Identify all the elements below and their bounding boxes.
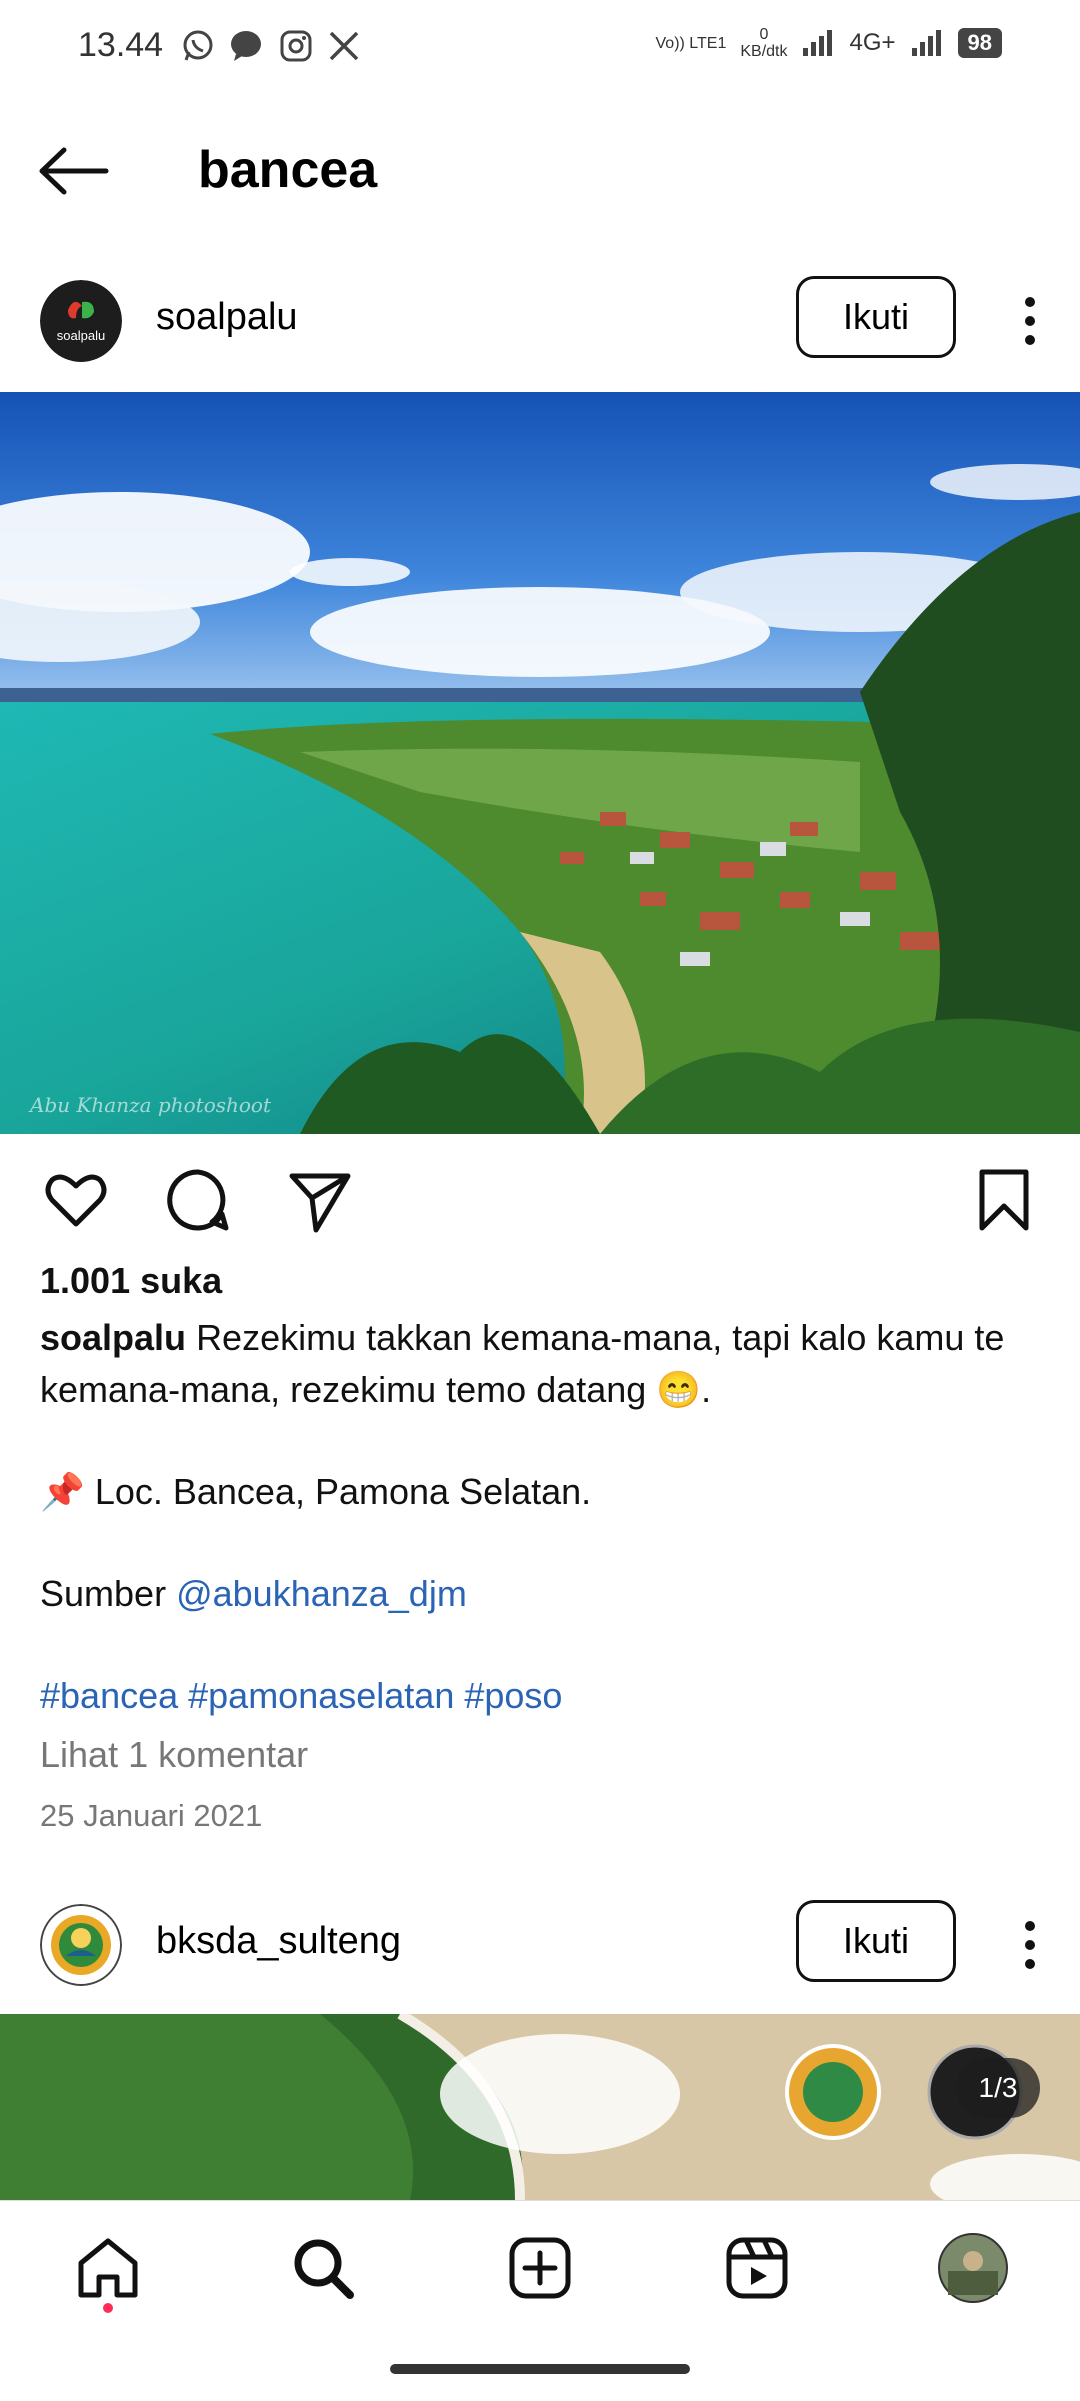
post-username[interactable]: soalpalu bbox=[156, 296, 298, 339]
profile-avatar[interactable] bbox=[938, 2233, 1008, 2303]
hashtags-link[interactable]: #bancea #pamonaselatan #poso bbox=[40, 1670, 1050, 1722]
like-heart-icon[interactable] bbox=[42, 1166, 110, 1234]
volte-label: Vo)) LTE1 bbox=[655, 34, 727, 52]
x-icon bbox=[326, 28, 362, 64]
network-speed: 0 KB/dtk bbox=[740, 26, 787, 60]
bookmark-icon[interactable] bbox=[970, 1166, 1038, 1234]
photo-watermark: Abu Khanza photoshoot bbox=[28, 1093, 272, 1117]
page-title: bancea bbox=[198, 141, 378, 199]
share-send-icon[interactable] bbox=[286, 1166, 354, 1234]
like-count[interactable]: 1.001 suka bbox=[40, 1260, 222, 1302]
speed-unit: KB/dtk bbox=[740, 43, 788, 60]
post-image[interactable]: Abu Khanza photoshoot bbox=[0, 392, 1080, 1134]
search-icon[interactable] bbox=[288, 2233, 358, 2303]
create-post-icon[interactable] bbox=[505, 2233, 575, 2303]
avatar-text: soalpalu bbox=[57, 328, 105, 343]
post2-more-options-icon[interactable] bbox=[1020, 1918, 1040, 1972]
source-prefix: Sumber bbox=[40, 1573, 167, 1614]
carousel-counter: 1/3 bbox=[956, 2058, 1040, 2118]
source-line: Sumber @abukhanza_djm bbox=[40, 1568, 1050, 1620]
post-caption: soalpalu Rezekimu takkan kemana-mana, ta… bbox=[40, 1312, 1050, 1722]
home-notification-dot bbox=[103, 2303, 113, 2313]
message-icon bbox=[228, 28, 264, 64]
status-right: Vo)) LTE1 0 KB/dtk 4G+ 98 bbox=[655, 26, 1002, 60]
caption-line: soalpalu Rezekimu takkan kemana-mana, ta… bbox=[40, 1312, 1050, 1416]
back-arrow-icon[interactable] bbox=[38, 146, 110, 196]
comment-icon[interactable] bbox=[164, 1166, 232, 1234]
follow-button[interactable]: Ikuti bbox=[796, 276, 956, 358]
post2-image[interactable] bbox=[0, 2014, 1080, 2200]
caption-username[interactable]: soalpalu bbox=[40, 1317, 186, 1358]
gesture-bar[interactable] bbox=[390, 2364, 690, 2374]
status-bar: 13.44 Vo)) LTE1 0 KB/dtk 4G+ 98 bbox=[0, 0, 1080, 96]
signal-icon bbox=[803, 30, 833, 56]
whatsapp-icon bbox=[180, 28, 216, 64]
location-line: 📌 Loc. Bancea, Pamona Selatan. bbox=[40, 1471, 592, 1512]
post-actions bbox=[0, 1134, 1080, 1264]
post2-header: bksda_sulteng Ikuti bbox=[0, 1874, 1080, 2014]
network-type: 4G+ bbox=[849, 29, 896, 56]
battery-indicator: 98 bbox=[957, 28, 1002, 58]
post-header: soalpalu soalpalu Ikuti bbox=[0, 250, 1080, 390]
post-date: 25 Januari 2021 bbox=[40, 1798, 263, 1833]
post2-follow-button[interactable]: Ikuti bbox=[796, 1900, 956, 1982]
speed-value: 0 bbox=[759, 26, 769, 43]
post2-username[interactable]: bksda_sulteng bbox=[156, 1920, 401, 1963]
instagram-icon bbox=[278, 28, 314, 64]
reels-icon[interactable] bbox=[722, 2233, 792, 2303]
home-icon[interactable] bbox=[73, 2233, 143, 2303]
view-comments-link[interactable]: Lihat 1 komentar bbox=[40, 1734, 308, 1776]
status-time: 13.44 bbox=[78, 26, 164, 64]
source-mention-link[interactable]: @abukhanza_djm bbox=[176, 1573, 467, 1614]
avatar[interactable]: soalpalu bbox=[40, 280, 122, 362]
more-options-icon[interactable] bbox=[1020, 294, 1040, 348]
post2-avatar[interactable] bbox=[40, 1904, 122, 1986]
signal-icon-2 bbox=[911, 30, 941, 56]
header: bancea bbox=[0, 96, 1080, 246]
